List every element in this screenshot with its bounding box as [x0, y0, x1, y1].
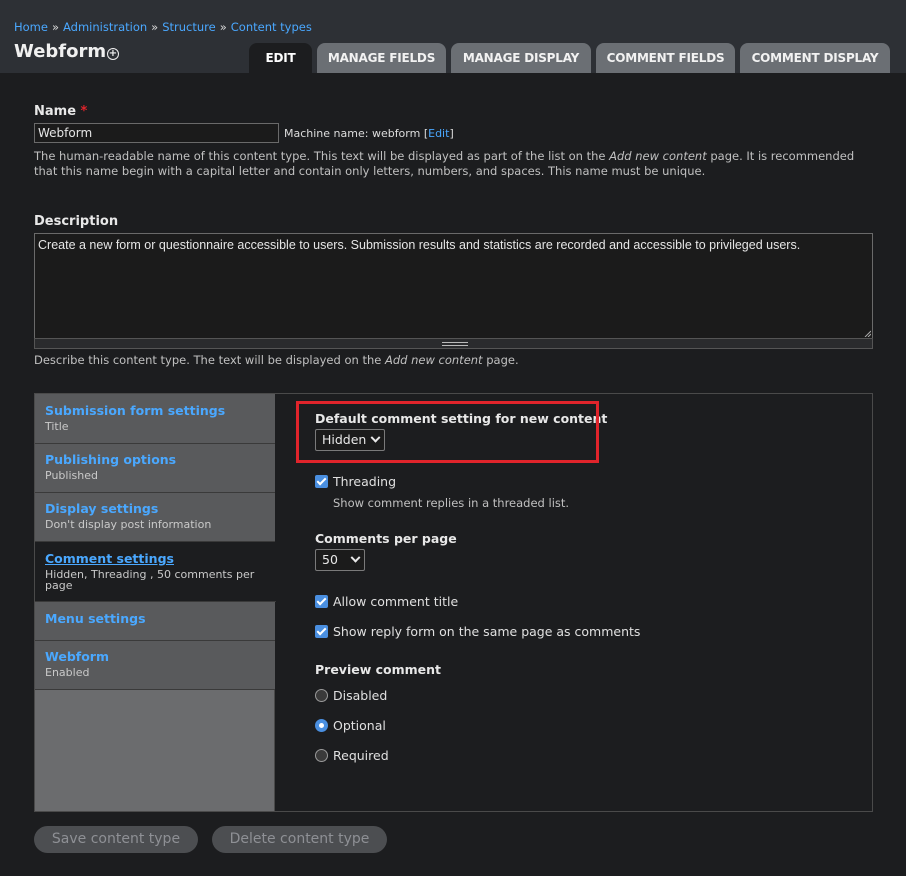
breadcrumb-administration[interactable]: Administration: [63, 20, 147, 34]
vtab-menu-settings[interactable]: Menu settings: [35, 602, 275, 641]
vtab-webform[interactable]: Webform Enabled: [35, 641, 275, 690]
description-label: Description: [34, 214, 119, 229]
name-help-text: The human-readable name of this content …: [34, 149, 879, 179]
description-textarea[interactable]: Create a new form or questionnaire acces…: [34, 233, 873, 339]
name-label: Name *: [34, 104, 87, 119]
tab-manage-fields[interactable]: MANAGE FIELDS: [317, 43, 446, 73]
vtab-display-settings[interactable]: Display settings Don't display post info…: [35, 493, 275, 542]
grip-icon: [442, 342, 468, 346]
breadcrumb-home[interactable]: Home: [14, 20, 48, 34]
vtab-summary: Hidden, Threading , 50 comments per page: [45, 568, 255, 592]
comments-per-page-label: Comments per page: [315, 531, 457, 546]
preview-comment-label: Preview comment: [315, 662, 442, 677]
page-header: Home» Administration» Structure» Content ty…: [0, 0, 906, 73]
preview-required-label: Required: [333, 748, 389, 763]
vtab-submission-form-settings[interactable]: Submission form settings Title: [35, 394, 275, 444]
machine-name: Machine name: webform [Edit]: [284, 127, 454, 140]
breadcrumb-content-types[interactable]: Content types: [231, 20, 312, 34]
threading-label: Threading: [333, 474, 397, 489]
tab-edit[interactable]: EDIT: [249, 43, 312, 73]
preview-optional-label: Optional: [333, 718, 386, 733]
vtab-title: Submission form settings: [45, 403, 226, 418]
vtab-comment-settings[interactable]: Comment settings Hidden, Threading , 50 …: [35, 542, 276, 602]
name-help-text-1: The human-readable name of this content …: [34, 149, 610, 163]
reply-form-label: Show reply form on the same page as comm…: [333, 624, 641, 639]
tab-manage-display[interactable]: MANAGE DISPLAY: [451, 43, 591, 73]
breadcrumb: Home» Administration» Structure» Content ty…: [14, 20, 312, 34]
tab-comment-fields[interactable]: COMMENT FIELDS: [596, 43, 735, 73]
vtab-title: Comment settings: [45, 551, 174, 566]
description-help-text-2: page.: [482, 353, 519, 367]
vtab-title: Menu settings: [45, 611, 146, 626]
resize-corner-icon[interactable]: [864, 330, 871, 337]
highlight-box: [296, 401, 599, 463]
vtab-title: Publishing options: [45, 452, 177, 467]
select-value: 50: [322, 552, 338, 567]
description-help-text-1: Describe this content type. The text wil…: [34, 353, 385, 367]
name-input[interactable]: Webform: [34, 123, 279, 143]
description-textarea-value: Create a new form or questionnaire acces…: [38, 238, 801, 252]
save-content-type-button[interactable]: Save content type: [34, 826, 198, 853]
name-label-text: Name: [34, 104, 77, 119]
textarea-resize-grip[interactable]: [34, 338, 873, 349]
vtab-summary: Enabled: [45, 666, 90, 679]
machine-name-bracket: ]: [449, 127, 454, 140]
vtab-summary: Don't display post information: [45, 518, 212, 531]
vtab-summary: Title: [45, 420, 69, 433]
description-help-text: Describe this content type. The text wil…: [34, 353, 519, 368]
breadcrumb-structure[interactable]: Structure: [162, 20, 216, 34]
chevron-down-icon: [350, 552, 361, 563]
vtab-summary: Published: [45, 469, 98, 482]
breadcrumb-separator: »: [51, 20, 60, 34]
threading-description: Show comment replies in a threaded list.: [333, 496, 570, 510]
name-help-emphasis: Add new content: [609, 149, 707, 163]
tab-comment-display[interactable]: COMMENT DISPLAY: [740, 43, 890, 73]
preview-disabled-label: Disabled: [333, 688, 388, 703]
vtab-publishing-options[interactable]: Publishing options Published: [35, 444, 275, 493]
reply-form-checkbox[interactable]: [315, 625, 328, 638]
allow-comment-title-label: Allow comment title: [333, 594, 459, 609]
breadcrumb-separator: »: [219, 20, 227, 34]
required-marker: *: [80, 104, 88, 119]
threading-checkbox[interactable]: [315, 475, 328, 488]
breadcrumb-separator: »: [151, 20, 159, 34]
delete-content-type-button[interactable]: Delete content type: [212, 826, 387, 853]
machine-name-edit-link[interactable]: Edit: [428, 127, 449, 140]
plus-circle-icon[interactable]: +: [107, 48, 119, 60]
page-title: Webform: [14, 41, 107, 62]
preview-disabled-radio[interactable]: [315, 689, 328, 702]
vtab-title: Webform: [45, 649, 109, 664]
allow-comment-title-checkbox[interactable]: [315, 595, 328, 608]
comments-per-page-select[interactable]: 50: [315, 549, 365, 571]
preview-required-radio[interactable]: [315, 749, 328, 762]
preview-optional-radio[interactable]: [315, 719, 328, 732]
machine-name-text: Machine name: webform [: [284, 127, 429, 140]
vertical-tabs-menu: Submission form settings Title Publishin…: [35, 394, 276, 811]
vtab-title: Display settings: [45, 501, 159, 516]
description-help-emphasis: Add new content: [384, 353, 483, 367]
